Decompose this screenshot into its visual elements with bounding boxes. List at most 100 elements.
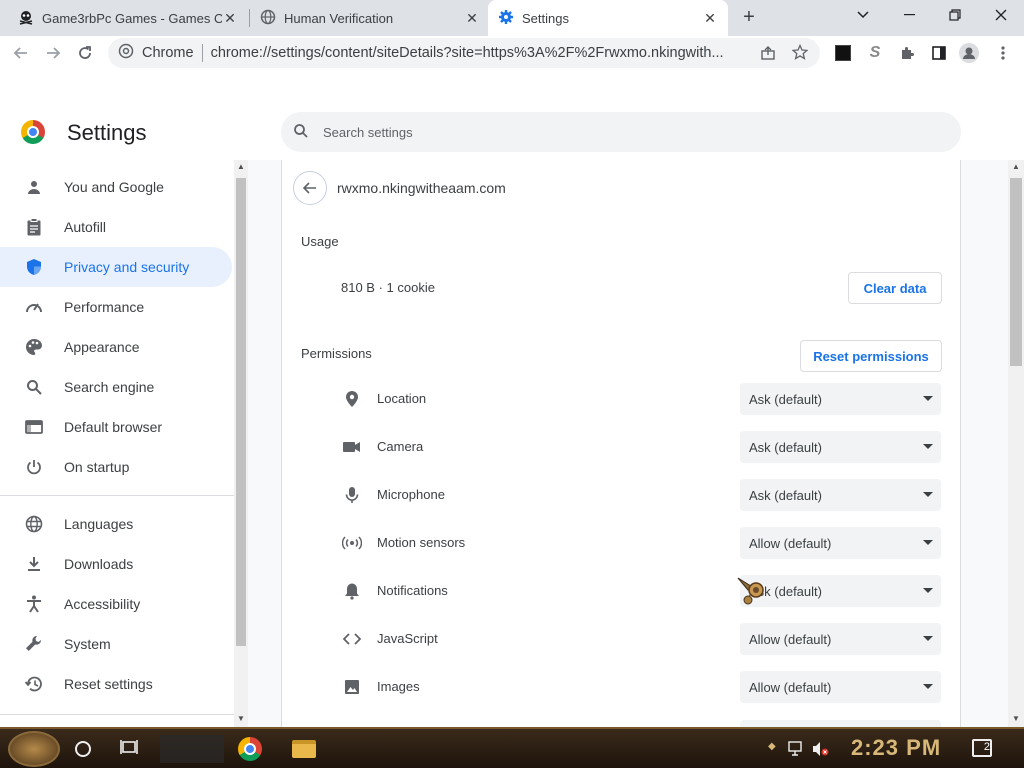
search-circle-icon[interactable] <box>75 741 91 757</box>
tray-chevron-icon[interactable]: ◆ <box>768 741 776 752</box>
taskbar-file-explorer-button[interactable] <box>290 735 318 763</box>
restore-icon[interactable] <box>932 0 978 30</box>
download-icon <box>25 556 43 572</box>
reload-icon[interactable] <box>74 42 96 64</box>
permission-value: Ask (default) <box>749 391 822 407</box>
steampunk-cursor-icon <box>736 576 768 606</box>
sidebar-item-label: Appearance <box>64 339 140 355</box>
camera-icon <box>342 437 362 457</box>
clear-data-button[interactable]: Clear data <box>848 272 942 304</box>
sidebar-item-label: Languages <box>64 516 134 532</box>
notifications-permission-select[interactable]: Ask (default) <box>740 575 941 607</box>
sidebar-divider <box>0 714 234 715</box>
main-scrollbar-thumb[interactable] <box>1010 178 1022 366</box>
task-view-icon[interactable] <box>120 739 138 760</box>
back-arrow-icon <box>302 182 316 194</box>
sidebar-item-accessibility[interactable]: Accessibility <box>0 584 232 624</box>
taskbar-slot <box>160 735 224 763</box>
sidebar-item-label: System <box>64 636 111 652</box>
permission-value: Allow (default) <box>749 631 832 647</box>
sidebar-item-default-browser[interactable]: Default browser <box>0 407 232 447</box>
extensions-puzzle-icon[interactable] <box>896 42 918 64</box>
extension-dark-icon[interactable] <box>832 42 854 64</box>
usage-value: 810 B · 1 cookie <box>341 280 435 295</box>
new-tab-button[interactable]: + <box>738 6 760 28</box>
notification-center-icon[interactable]: 2 <box>972 739 992 757</box>
start-button[interactable] <box>8 731 60 767</box>
sidebar-item-privacy-and-security[interactable]: Privacy and security <box>0 247 232 287</box>
permission-label: Images <box>377 679 420 694</box>
sidebar-item-label: Downloads <box>64 556 134 572</box>
tab-human-verification[interactable]: Human Verification ✕ <box>250 0 490 36</box>
forward-arrow-icon[interactable] <box>42 42 64 64</box>
side-panel-icon[interactable] <box>928 42 950 64</box>
permission-label: Location <box>377 391 427 406</box>
network-icon[interactable] <box>788 741 806 760</box>
javascript-permission-select[interactable]: Allow (default) <box>740 623 941 655</box>
location-permission-select[interactable]: Ask (default) <box>740 383 941 415</box>
tab-game3rbpc[interactable]: Game3rbPc Games - Games Onl ✕ <box>8 0 248 36</box>
sidebar-scrollbar[interactable]: ▲ ▼ <box>234 160 248 727</box>
site-origin-title: rwxmo.nkingwitheaam.com <box>337 180 506 196</box>
sidebar-item-on-startup[interactable]: On startup <box>0 447 232 487</box>
search-icon <box>25 379 43 395</box>
profile-avatar-icon[interactable] <box>958 42 980 64</box>
scroll-up-icon[interactable]: ▲ <box>237 162 245 171</box>
sidebar-item-system[interactable]: System <box>0 624 232 664</box>
sidebar-item-label: Performance <box>64 299 145 315</box>
more-menu-icon[interactable] <box>992 42 1014 64</box>
back-button[interactable] <box>293 171 327 205</box>
sidebar-item-downloads[interactable]: Downloads <box>0 544 232 584</box>
images-permission-select[interactable]: Allow (default) <box>740 671 941 703</box>
scroll-down-icon[interactable]: ▼ <box>237 714 245 723</box>
extension-s-icon[interactable]: S <box>864 42 886 64</box>
wrench-icon <box>25 635 43 653</box>
settings-sidebar: You and Google Autofill Privacy and secu… <box>0 160 234 727</box>
bookmark-star-icon[interactable] <box>791 43 809 64</box>
motion-sensor-icon <box>342 533 362 553</box>
settings-header: Settings Search settings <box>0 104 1024 160</box>
address-bar[interactable]: Chrome chrome://settings/content/siteDet… <box>108 38 820 68</box>
sidebar-item-autofill[interactable]: Autofill <box>0 207 232 247</box>
settings-search-input[interactable]: Search settings <box>281 112 961 152</box>
close-window-icon[interactable] <box>978 0 1024 30</box>
permission-value: Allow (default) <box>749 535 832 551</box>
dropdown-caret-icon <box>923 636 933 641</box>
dropdown-caret-icon <box>923 540 933 545</box>
sidebar-item-you-and-google[interactable]: You and Google <box>0 167 232 207</box>
volume-muted-icon[interactable] <box>812 741 830 760</box>
location-pin-icon <box>342 389 362 409</box>
sidebar-item-appearance[interactable]: Appearance <box>0 327 232 367</box>
microphone-icon <box>342 485 362 505</box>
scroll-down-icon[interactable]: ▼ <box>1012 714 1020 723</box>
tab-search-chevron-icon[interactable] <box>840 0 886 30</box>
folder-icon <box>292 740 316 758</box>
sidebar-item-label: Autofill <box>64 219 107 235</box>
tab-settings[interactable]: Settings ✕ <box>488 0 728 36</box>
sidebar-item-reset-settings[interactable]: Reset settings <box>0 664 232 704</box>
close-tab-icon[interactable]: ✕ <box>464 10 480 27</box>
microphone-permission-select[interactable]: Ask (default) <box>740 479 941 511</box>
sidebar-item-performance[interactable]: Performance <box>0 287 232 327</box>
share-icon[interactable] <box>760 45 776 65</box>
taskbar-chrome-button[interactable] <box>236 735 264 763</box>
clipboard-icon <box>25 218 43 236</box>
back-arrow-icon[interactable] <box>10 42 32 64</box>
sidebar-scrollbar-thumb[interactable] <box>236 178 246 646</box>
omnibox-site-label: Chrome <box>142 45 194 61</box>
main-scrollbar[interactable]: ▲ ▼ <box>1008 160 1024 727</box>
close-tab-icon[interactable]: ✕ <box>222 10 238 27</box>
speedometer-icon <box>25 299 43 315</box>
reset-permissions-button[interactable]: Reset permissions <box>800 340 942 372</box>
taskbar-clock[interactable]: 2:23 PM <box>851 735 941 761</box>
sidebar-item-label: Accessibility <box>64 596 141 612</box>
scroll-up-icon[interactable]: ▲ <box>1012 162 1020 171</box>
motion-sensors-permission-select[interactable]: Allow (default) <box>740 527 941 559</box>
sidebar-item-search-engine[interactable]: Search engine <box>0 367 232 407</box>
close-tab-icon[interactable]: ✕ <box>702 10 718 27</box>
sidebar-item-languages[interactable]: Languages <box>0 504 232 544</box>
permission-label: Notifications <box>377 583 448 598</box>
camera-permission-select[interactable]: Ask (default) <box>740 431 941 463</box>
minimize-icon[interactable] <box>886 0 932 30</box>
person-icon <box>25 179 43 195</box>
